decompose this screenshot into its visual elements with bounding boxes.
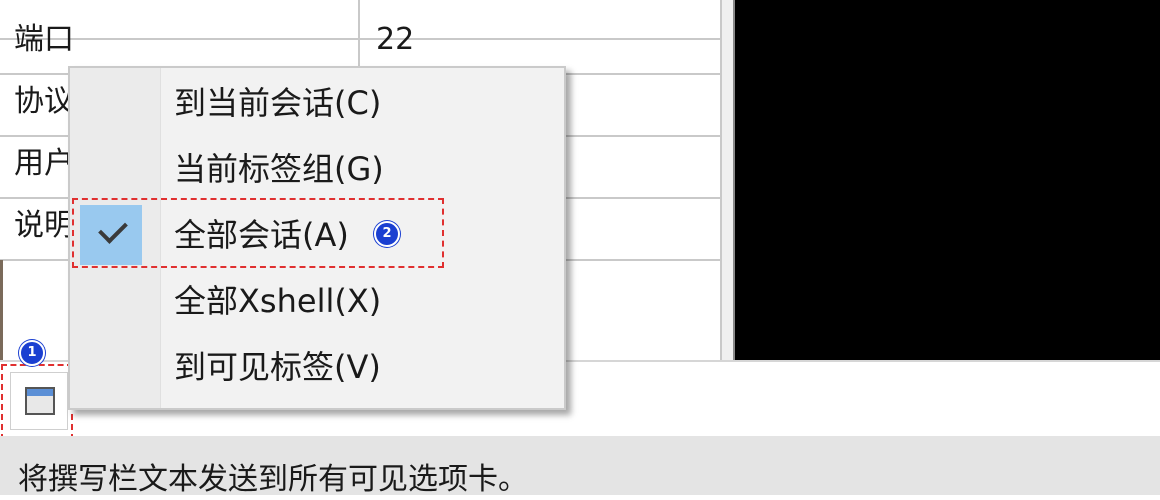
window-edge: [0, 260, 3, 360]
status-text: 将撰写栏文本发送到所有可见选项卡。: [18, 462, 528, 497]
menu-item-label: 到可见标签(V): [174, 348, 381, 386]
pane-splitter[interactable]: [722, 0, 733, 360]
property-value-cell: 22: [362, 13, 720, 73]
property-name: 协议: [14, 84, 74, 119]
property-name: 说明: [14, 208, 74, 243]
status-bar: 将撰写栏文本发送到所有可见选项卡。: [0, 436, 1160, 497]
callout-badge-1: 1: [19, 340, 45, 366]
menu-item-label: 当前标签组(G): [174, 150, 384, 188]
terminal-pane[interactable]: [733, 0, 1160, 360]
property-name: 用户: [14, 146, 74, 181]
callout-badge-2: 2: [374, 221, 400, 247]
menu-item-current-tab-group[interactable]: 当前标签组(G): [70, 136, 564, 202]
menu-item-all-xshell[interactable]: 全部Xshell(X): [70, 268, 564, 334]
property-name-cell: 端口: [0, 13, 360, 73]
menu-item-label: 全部Xshell(X): [174, 282, 382, 320]
menu-item-label: 到当前会话(C): [174, 84, 382, 122]
menu-item-current-session[interactable]: 到当前会话(C): [70, 70, 564, 136]
property-name: 端口: [14, 22, 74, 57]
property-value: 22: [376, 22, 415, 57]
menu-item-visible-tabs[interactable]: 到可见标签(V): [70, 334, 564, 400]
highlight-box-compose-button: [1, 364, 73, 440]
